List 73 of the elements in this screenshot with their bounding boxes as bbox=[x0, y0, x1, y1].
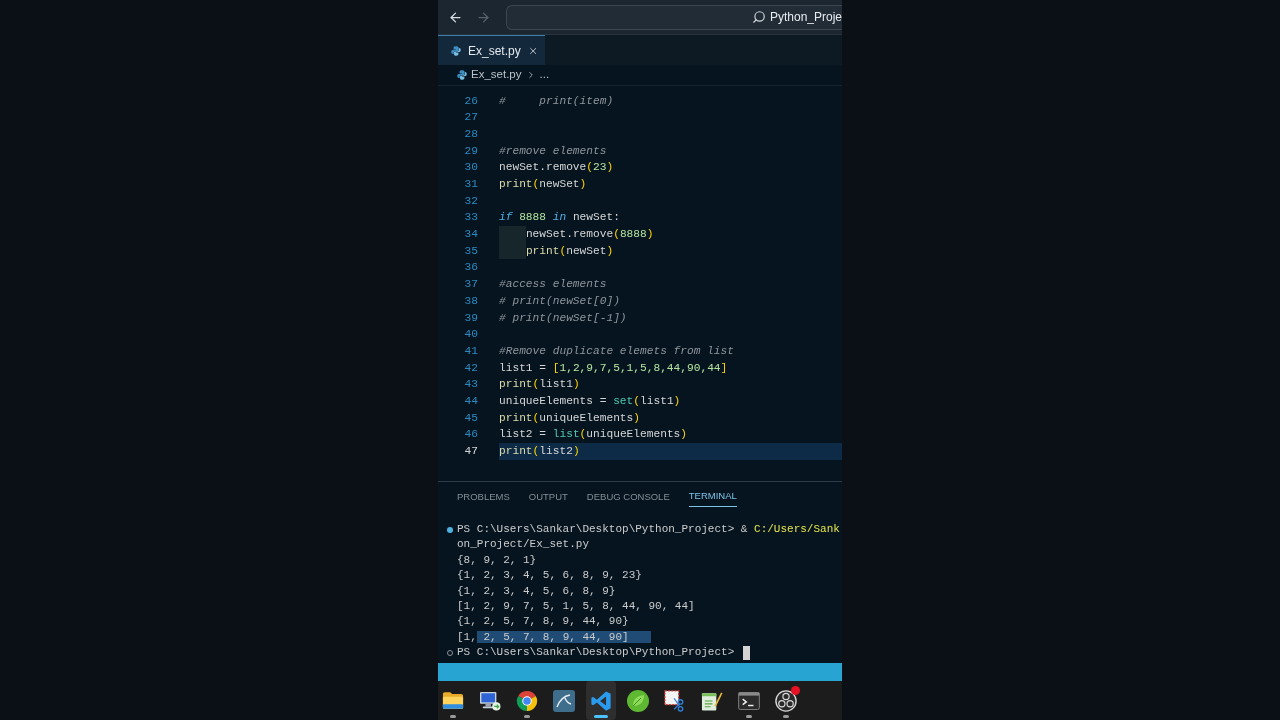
code-editor-icon bbox=[590, 689, 612, 712]
line-number: 46 bbox=[463, 427, 478, 443]
line-number: 27 bbox=[463, 110, 478, 126]
line-number: 32 bbox=[463, 193, 478, 209]
line-number: 47 bbox=[463, 444, 478, 460]
line-number: 38 bbox=[463, 293, 478, 309]
code-text: print(uniqueElements) bbox=[499, 410, 640, 426]
code-text: print(list1) bbox=[499, 377, 580, 393]
command-center-field[interactable]: Python_Proje bbox=[506, 4, 842, 30]
browser-icon bbox=[516, 689, 538, 712]
terminal-line: {1, 2, 3, 4, 5, 6, 8, 9, 23} bbox=[457, 568, 642, 584]
line-number: 31 bbox=[463, 177, 478, 193]
terminal-line: PS C:\Users\Sankar\Desktop\Python_Project> bbox=[457, 645, 735, 661]
line-number: 36 bbox=[463, 260, 478, 276]
terminal-line: {1, 2, 5, 7, 8, 9, 44, 90} bbox=[457, 614, 629, 630]
terminal-line: [1, 2, 5, 7, 8, 9, 44, 90] bbox=[457, 629, 651, 646]
folder-icon bbox=[442, 691, 464, 710]
terminal-line: PS C:\Users\Sankar\Desktop\Python_Project> & C:/Users/Sank bbox=[457, 522, 840, 537]
arrow-right-icon bbox=[475, 9, 491, 25]
code-text: #access elements bbox=[499, 277, 607, 293]
taskbar-button[interactable] bbox=[586, 681, 616, 720]
panel-tab[interactable]: TERMINAL bbox=[688, 487, 737, 507]
breadcrumb-item[interactable]: Ex_set.py bbox=[471, 66, 522, 84]
code-text: list2 = list(uniqueElements) bbox=[499, 427, 688, 443]
monitor-icon bbox=[479, 690, 501, 711]
line-number: 35 bbox=[463, 243, 478, 259]
code-text: print(list2) bbox=[499, 444, 580, 460]
line-number: 28 bbox=[463, 126, 478, 142]
line-number: 34 bbox=[463, 227, 478, 243]
line-number: 41 bbox=[463, 343, 478, 359]
app-tile-icon bbox=[553, 689, 575, 712]
file-icon bbox=[451, 45, 461, 56]
panel-tab[interactable]: OUTPUT bbox=[528, 487, 568, 507]
code-text: # print(item) bbox=[499, 93, 614, 109]
leaf-icon bbox=[627, 689, 649, 712]
line-number: 45 bbox=[463, 410, 478, 426]
line-number: 33 bbox=[463, 210, 478, 226]
code-text: #remove elements bbox=[499, 143, 607, 159]
code-text: # print(newSet[0]) bbox=[499, 293, 620, 309]
code-text: newSet.remove(8888) bbox=[525, 227, 654, 243]
line-number: 42 bbox=[463, 360, 478, 376]
terminal-line: {8, 9, 2, 1} bbox=[457, 552, 537, 568]
line-number: 37 bbox=[463, 277, 478, 293]
circle-logo-icon bbox=[775, 689, 797, 712]
line-number: 29 bbox=[463, 143, 478, 159]
code-text: #Remove duplicate elemets from list bbox=[499, 343, 734, 359]
editor-tab[interactable]: Ex_set.py bbox=[438, 35, 545, 65]
scissors-icon bbox=[664, 689, 686, 712]
arrow-left-icon bbox=[447, 9, 463, 25]
project-name: Python_Proje bbox=[769, 9, 842, 26]
line-number: 40 bbox=[463, 327, 478, 343]
code-text: newSet.remove(23) bbox=[499, 160, 614, 176]
code-text: uniqueElements = set(list1) bbox=[499, 393, 681, 409]
code-text: if 8888 in newSet: bbox=[499, 210, 620, 226]
code-text: # print(newSet[-1]) bbox=[499, 310, 627, 326]
code-text: print(newSet) bbox=[499, 177, 587, 193]
terminal-line: on_Project/Ex_set.py bbox=[457, 537, 590, 553]
line-number: 43 bbox=[463, 377, 478, 393]
back-button[interactable] bbox=[447, 9, 463, 25]
breadcrumb-item[interactable]: ... bbox=[539, 66, 550, 84]
panel-tab[interactable]: PROBLEMS bbox=[457, 487, 510, 507]
line-number: 44 bbox=[463, 393, 478, 409]
line-number: 26 bbox=[463, 93, 478, 109]
terminal-line: [1, 2, 9, 7, 5, 1, 5, 8, 44, 90, 44] bbox=[457, 598, 695, 614]
line-number: 39 bbox=[463, 310, 478, 326]
code-text: list1 = [1,2,9,7,5,1,5,8,44,90,44] bbox=[499, 360, 728, 376]
terminal-line: {1, 2, 3, 4, 5, 6, 8, 9} bbox=[457, 583, 616, 599]
file-icon bbox=[457, 70, 467, 80]
search-icon bbox=[751, 10, 766, 24]
panel-tab[interactable]: DEBUG CONSOLE bbox=[586, 487, 670, 507]
code-text: print(newSet) bbox=[525, 243, 614, 259]
terminal-icon bbox=[738, 691, 760, 710]
line-number: 30 bbox=[463, 160, 478, 176]
